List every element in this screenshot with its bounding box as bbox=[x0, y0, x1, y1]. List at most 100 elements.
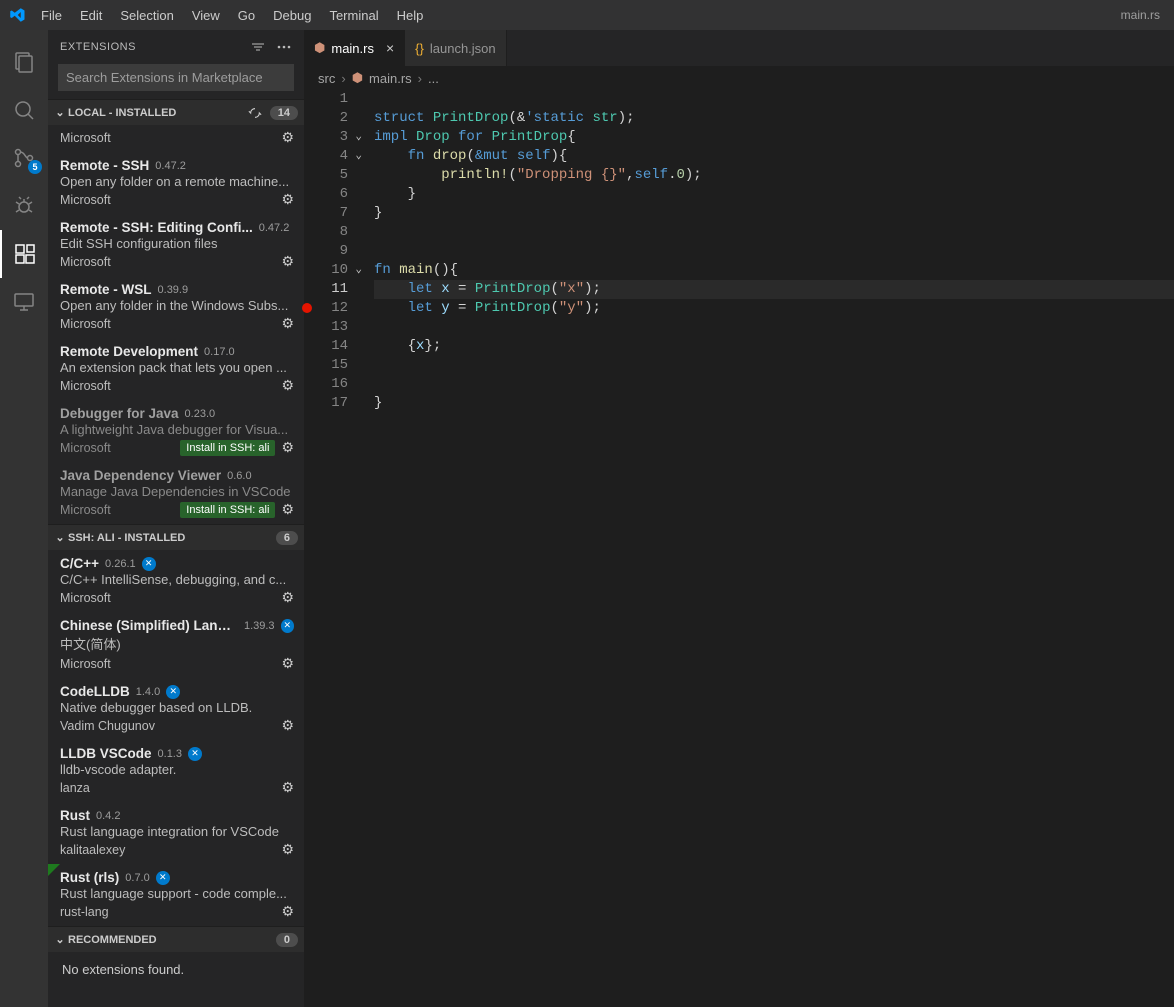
extension-item[interactable]: Remote - WSL0.39.9Open any folder in the… bbox=[48, 276, 304, 338]
more-icon[interactable] bbox=[276, 39, 292, 55]
close-icon[interactable]: × bbox=[386, 40, 394, 56]
gear-icon[interactable]: ⚙ bbox=[281, 315, 294, 332]
gear-icon[interactable]: ⚙ bbox=[281, 129, 294, 146]
code-line[interactable]: } bbox=[374, 204, 1174, 223]
extension-item[interactable]: Rust (rls)0.7.0✕Rust language support - … bbox=[48, 864, 304, 926]
extension-item[interactable]: Microsoft ⚙ bbox=[48, 125, 304, 152]
sync-icon[interactable] bbox=[248, 106, 262, 120]
code-line[interactable]: {x}; bbox=[374, 337, 1174, 356]
line-number[interactable]: 10⌄ bbox=[304, 261, 348, 280]
line-number[interactable]: 3⌄ bbox=[304, 128, 348, 147]
extension-item[interactable]: Chinese (Simplified) Langu...1.39.3✕中文(简… bbox=[48, 612, 304, 678]
extension-item[interactable]: LLDB VSCode0.1.3✕lldb-vscode adapter.lan… bbox=[48, 740, 304, 802]
line-number[interactable]: 4⌄ bbox=[304, 147, 348, 166]
menu-bar: File Edit Selection View Go Debug Termin… bbox=[32, 4, 432, 27]
code-line[interactable]: let y = PrintDrop("y"); bbox=[374, 299, 1174, 318]
gear-icon[interactable]: ⚙ bbox=[281, 655, 294, 672]
line-number[interactable]: 2 bbox=[304, 109, 348, 128]
extension-item[interactable]: Remote Development0.17.0An extension pac… bbox=[48, 338, 304, 400]
extension-item[interactable]: Rust0.4.2Rust language integration for V… bbox=[48, 802, 304, 864]
gear-icon[interactable]: ⚙ bbox=[281, 191, 294, 208]
line-number[interactable]: 15 bbox=[304, 356, 348, 375]
section-local-installed[interactable]: ⌄ LOCAL - INSTALLED 14 bbox=[48, 99, 304, 125]
line-number[interactable]: 13 bbox=[304, 318, 348, 337]
line-number[interactable]: 8 bbox=[304, 223, 348, 242]
code-line[interactable]: fn main(){ bbox=[374, 261, 1174, 280]
menu-debug[interactable]: Debug bbox=[264, 4, 320, 27]
code-line[interactable]: } bbox=[374, 185, 1174, 204]
extension-item[interactable]: Debugger for Java0.23.0A lightweight Jav… bbox=[48, 400, 304, 462]
section-ssh-installed[interactable]: ⌄ SSH: ALI - INSTALLED 6 bbox=[48, 524, 304, 550]
gear-icon[interactable]: ⚙ bbox=[281, 589, 294, 606]
gear-icon[interactable]: ⚙ bbox=[281, 439, 294, 456]
code-editor[interactable]: 123⌄4⌄5678910⌄11121314151617 struct Prin… bbox=[304, 90, 1174, 1007]
gear-icon[interactable]: ⚙ bbox=[281, 903, 294, 920]
extension-version: 0.47.2 bbox=[259, 222, 290, 234]
extension-description: lldb-vscode adapter. bbox=[60, 762, 294, 777]
gear-icon[interactable]: ⚙ bbox=[281, 841, 294, 858]
menu-file[interactable]: File bbox=[32, 4, 71, 27]
install-badge[interactable]: Install in SSH: ali bbox=[180, 440, 275, 456]
line-number[interactable]: 5 bbox=[304, 166, 348, 185]
activity-extensions[interactable] bbox=[0, 230, 48, 278]
tab-main-rs[interactable]: ⬢ main.rs × bbox=[304, 30, 405, 66]
activity-scm[interactable]: 5 bbox=[0, 134, 48, 182]
extension-item[interactable]: C/C++0.26.1✕C/C++ IntelliSense, debuggin… bbox=[48, 550, 304, 612]
extension-version: 0.26.1 bbox=[105, 558, 136, 570]
line-number[interactable]: 17 bbox=[304, 394, 348, 413]
activity-explorer[interactable] bbox=[0, 38, 48, 86]
line-number[interactable]: 14 bbox=[304, 337, 348, 356]
fold-icon[interactable]: ⌄ bbox=[355, 128, 362, 147]
extensions-search-input[interactable] bbox=[58, 64, 294, 91]
gear-icon[interactable]: ⚙ bbox=[281, 253, 294, 270]
section-recommended[interactable]: ⌄ RECOMMENDED 0 bbox=[48, 926, 304, 952]
code-line[interactable] bbox=[374, 356, 1174, 375]
activity-search[interactable] bbox=[0, 86, 48, 134]
gear-icon[interactable]: ⚙ bbox=[281, 717, 294, 734]
menu-help[interactable]: Help bbox=[388, 4, 433, 27]
extension-publisher: Microsoft bbox=[60, 317, 111, 331]
menu-go[interactable]: Go bbox=[229, 4, 264, 27]
line-number[interactable]: 6 bbox=[304, 185, 348, 204]
menu-terminal[interactable]: Terminal bbox=[320, 4, 387, 27]
extension-item[interactable]: Java Dependency Viewer0.6.0Manage Java D… bbox=[48, 462, 304, 524]
code-line[interactable]: fn drop(&mut self){ bbox=[374, 147, 1174, 166]
gear-icon[interactable]: ⚙ bbox=[281, 501, 294, 518]
code-line[interactable] bbox=[374, 318, 1174, 337]
line-number[interactable]: 1 bbox=[304, 90, 348, 109]
code-line[interactable] bbox=[374, 375, 1174, 394]
extension-item[interactable]: CodeLLDB1.4.0✕Native debugger based on L… bbox=[48, 678, 304, 740]
line-number[interactable]: 12 bbox=[304, 299, 348, 318]
line-number[interactable]: 11 bbox=[304, 280, 348, 299]
code-line[interactable]: println!("Dropping {}",self.0); bbox=[374, 166, 1174, 185]
breakpoint-icon[interactable] bbox=[302, 303, 312, 313]
gear-icon[interactable]: ⚙ bbox=[281, 779, 294, 796]
code-line[interactable] bbox=[374, 90, 1174, 109]
line-number[interactable]: 7 bbox=[304, 204, 348, 223]
menu-edit[interactable]: Edit bbox=[71, 4, 111, 27]
activity-remote[interactable] bbox=[0, 278, 48, 326]
code-line[interactable]: let x = PrintDrop("x"); bbox=[374, 280, 1174, 299]
menu-selection[interactable]: Selection bbox=[111, 4, 182, 27]
verified-icon: ✕ bbox=[156, 871, 170, 885]
fold-icon[interactable]: ⌄ bbox=[355, 261, 362, 280]
activity-debug[interactable] bbox=[0, 182, 48, 230]
chevron-down-icon: ⌄ bbox=[52, 933, 68, 946]
line-number[interactable]: 16 bbox=[304, 375, 348, 394]
code-line[interactable]: impl Drop for PrintDrop{ bbox=[374, 128, 1174, 147]
tab-launch-json[interactable]: {} launch.json bbox=[405, 30, 506, 66]
install-badge[interactable]: Install in SSH: ali bbox=[180, 502, 275, 518]
code-line[interactable] bbox=[374, 242, 1174, 261]
code-line[interactable]: } bbox=[374, 394, 1174, 413]
filter-icon[interactable] bbox=[250, 39, 266, 55]
gear-icon[interactable]: ⚙ bbox=[281, 377, 294, 394]
extension-publisher: Microsoft bbox=[60, 193, 111, 207]
code-line[interactable]: struct PrintDrop(&'static str); bbox=[374, 109, 1174, 128]
code-line[interactable] bbox=[374, 223, 1174, 242]
line-number[interactable]: 9 bbox=[304, 242, 348, 261]
extension-item[interactable]: Remote - SSH: Editing Confi...0.47.2Edit… bbox=[48, 214, 304, 276]
breadcrumbs[interactable]: src › ⬢ main.rs › ... bbox=[304, 66, 1174, 90]
fold-icon[interactable]: ⌄ bbox=[355, 147, 362, 166]
extension-item[interactable]: Remote - SSH0.47.2Open any folder on a r… bbox=[48, 152, 304, 214]
menu-view[interactable]: View bbox=[183, 4, 229, 27]
